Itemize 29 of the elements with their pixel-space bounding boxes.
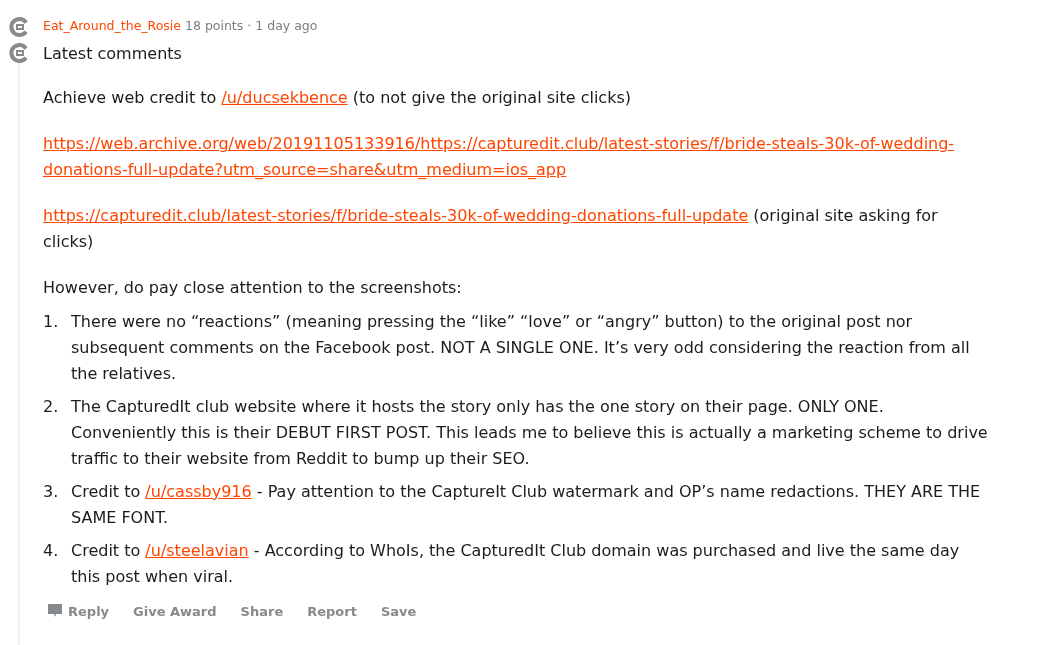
comment-title: Latest comments bbox=[43, 43, 183, 65]
list-item-text: Credit to /u/cassby916 - Pay attention to the CaptureIt Club watermark and OP’s name redactions. THEY ARE THE SAME FONT. bbox=[71, 481, 982, 529]
list-number: 4. bbox=[43, 540, 60, 562]
list-item-text: There were no “reactions” (meaning pressing the “like” “love” or “angry” button) to the original post nor subsequent comments on the Facebook post. NOT A SINGLE ONE. It’s very odd considering the reaction from all the relatives. bbox=[71, 311, 971, 385]
action-button[interactable]: Report bbox=[307, 603, 357, 619]
avatar-icon[interactable] bbox=[8, 17, 29, 37]
list-number: 3. bbox=[43, 481, 60, 503]
link[interactable]: /u/ducsekbence bbox=[221, 88, 348, 107]
author-link[interactable]: Eat_Around_the_Rosie bbox=[43, 17, 181, 35]
paragraph: Achieve web credit to /u/ducsekbence (to not give the original site clicks) bbox=[43, 87, 632, 109]
link[interactable]: https://capturedit.club/latest-stories/f/bride-steals-30k-of-wedding-donations-full-update bbox=[43, 206, 749, 225]
comment-age: 1 day ago bbox=[255, 17, 318, 35]
list-item-text: Credit to /u/steelavian - According to WhoIs, the CapturedIt Club domain was purchased and live the same day this post when viral. bbox=[71, 540, 961, 588]
url-link[interactable]: https://web.archive.org/web/20191105133916/https://capturedit.club/latest-stories/f/bride-steals-30k-of-wedding-donations-full-update?utm_source=share&utm_medium=ios_app bbox=[43, 131, 993, 183]
action-button[interactable]: Save bbox=[380, 603, 417, 619]
points-count: 18 points bbox=[185, 17, 244, 35]
list-item-text: The CapturedIt club website where it hosts the story only has the one story on their page. ONLY ONE. Conveniently this is their DEBUT FIRST POST. This leads me to believe this is actually a marketing scheme to drive traffic to their website from Reddit to bump up their SEO. bbox=[71, 396, 989, 470]
action-button[interactable]: Give Award bbox=[133, 603, 217, 619]
link[interactable]: /u/cassby916 bbox=[145, 482, 252, 501]
action-button[interactable]: Reply bbox=[68, 603, 110, 619]
paragraph: https://capturedit.club/latest-stories/f/bride-steals-30k-of-wedding-donations-full-update (original site asking for clicks) bbox=[43, 205, 939, 253]
comment-icon[interactable] bbox=[47, 603, 63, 619]
action-button[interactable]: Share bbox=[240, 603, 284, 619]
separator-dot: · bbox=[247, 17, 252, 35]
list-number: 1. bbox=[43, 311, 60, 333]
avatar-icon[interactable] bbox=[8, 43, 29, 63]
paragraph: However, do pay close attention to the screenshots: bbox=[43, 277, 463, 299]
list-number: 2. bbox=[43, 396, 60, 418]
link[interactable]: /u/steelavian bbox=[145, 541, 249, 560]
